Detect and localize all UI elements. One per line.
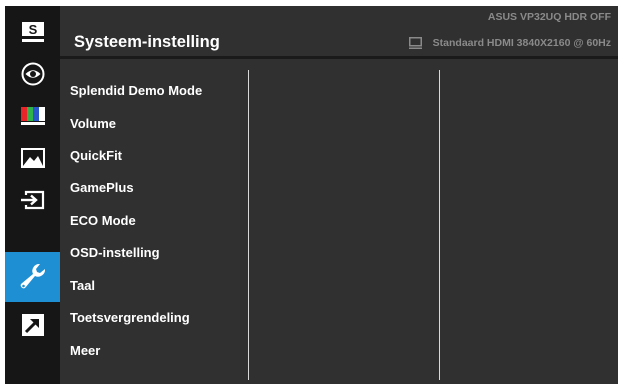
menu-item-language[interactable]: Taal [70, 278, 95, 293]
input-status: Standaard HDMI 3840X2160 @ 60Hz [408, 37, 611, 49]
main-content: Splendid Demo Mode Volume QuickFit GameP… [60, 59, 618, 384]
menu-item-osd-setting[interactable]: OSD-instelling [70, 245, 160, 260]
eye-care-icon [21, 62, 44, 86]
sidebar-item-shortcut[interactable] [5, 304, 60, 346]
input-select-icon [20, 190, 44, 210]
input-status-text: Standaard HDMI 3840X2160 @ 60Hz [432, 37, 611, 49]
shortcut-arrow-icon [21, 314, 44, 336]
sidebar-item-splendid[interactable]: S [5, 11, 60, 53]
model-info: ASUS VP32UQ HDR OFF [487, 11, 611, 23]
osd-window: S Systeem-instelling ASUS VP32UQ HDR OFF… [5, 6, 618, 384]
splendid-s-icon: S [21, 22, 44, 42]
sidebar-item-image[interactable] [5, 137, 60, 179]
menu-item-gameplus[interactable]: GamePlus [70, 180, 134, 195]
column-divider-right [439, 70, 440, 380]
sidebar-item-color[interactable] [5, 95, 60, 137]
menu-item-volume[interactable]: Volume [70, 116, 116, 131]
color-bars-icon [20, 107, 45, 125]
menu-item-more[interactable]: Meer [70, 343, 100, 358]
page-title: Systeem-instelling [74, 33, 220, 51]
monitor-icon [408, 37, 422, 49]
menu-item-splendid-demo-mode[interactable]: Splendid Demo Mode [70, 83, 202, 98]
wrench-icon [20, 263, 45, 289]
menu-item-quickfit[interactable]: QuickFit [70, 148, 122, 163]
sidebar-item-input[interactable] [5, 179, 60, 221]
sidebar-item-system[interactable] [5, 252, 60, 302]
sidebar: S [5, 6, 60, 384]
column-divider-left [248, 70, 249, 380]
svg-text:S: S [28, 22, 37, 37]
sidebar-item-eye-care[interactable] [5, 53, 60, 95]
menu-item-key-lock[interactable]: Toetsvergrendeling [70, 310, 190, 325]
header: Systeem-instelling ASUS VP32UQ HDR OFF S… [60, 6, 618, 59]
image-landscape-icon [20, 148, 45, 168]
menu-item-eco-mode[interactable]: ECO Mode [70, 213, 136, 228]
